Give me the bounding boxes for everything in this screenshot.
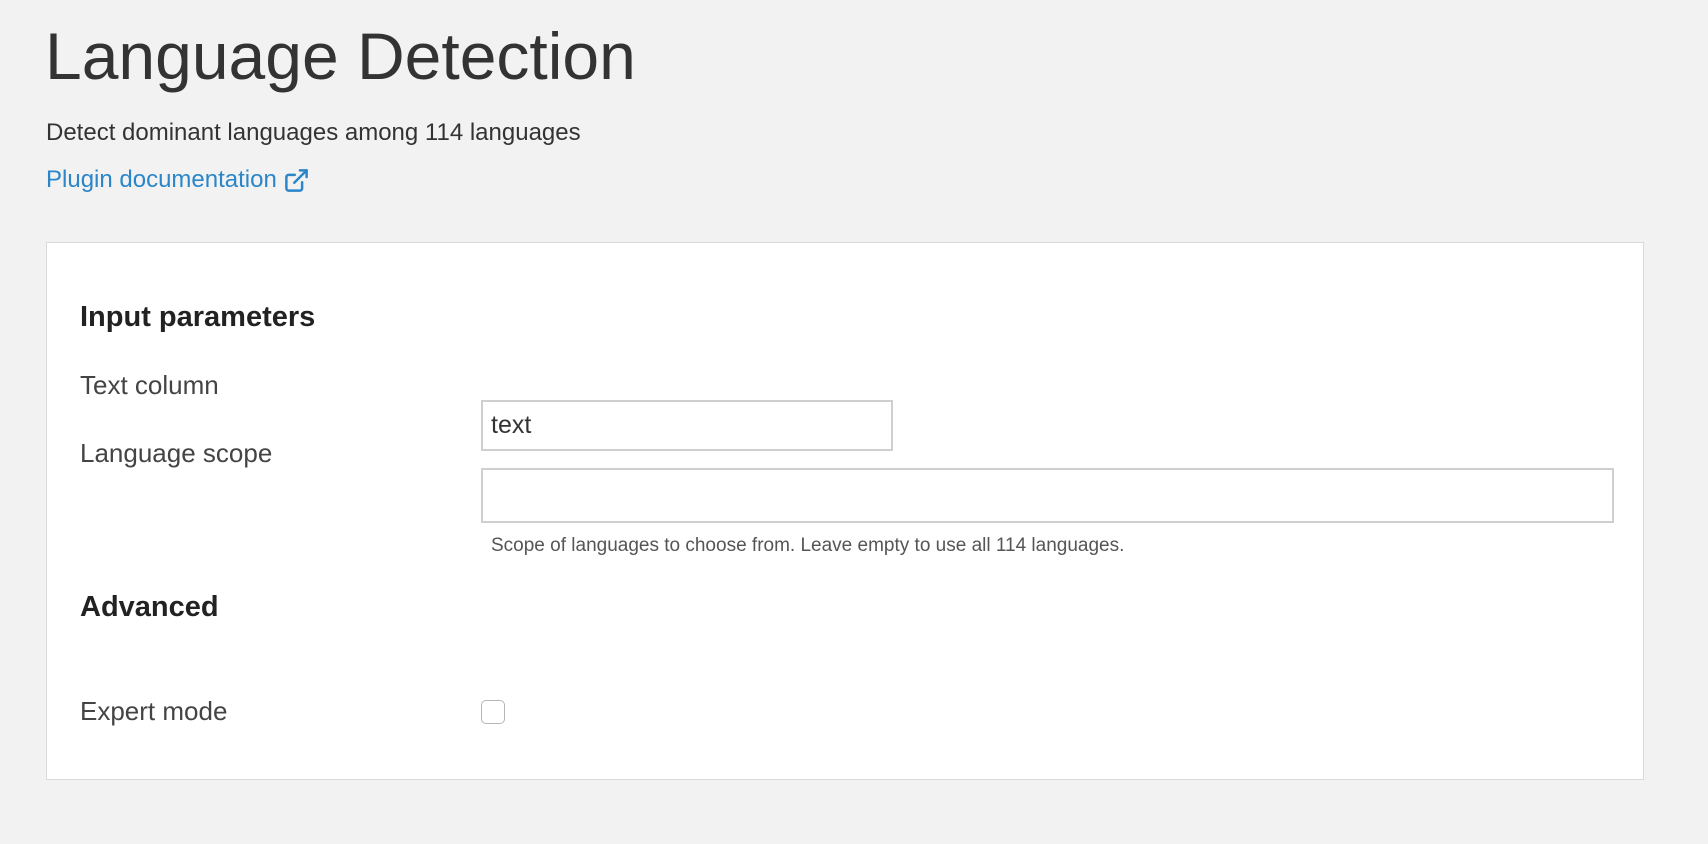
expert-mode-checkbox[interactable] bbox=[481, 700, 505, 724]
expert-mode-label: Expert mode bbox=[80, 696, 228, 726]
page-title: Language Detection bbox=[45, 19, 636, 93]
language-scope-input[interactable] bbox=[481, 468, 1614, 523]
external-link-icon bbox=[283, 167, 310, 194]
plugin-description: Detect dominant languages among 114 lang… bbox=[46, 119, 581, 146]
settings-panel: Input parameters Text column Language sc… bbox=[46, 242, 1644, 780]
plugin-documentation-label: Plugin documentation bbox=[46, 166, 277, 193]
text-column-input[interactable] bbox=[481, 400, 893, 451]
text-column-label: Text column bbox=[80, 370, 219, 400]
language-scope-label: Language scope bbox=[80, 438, 273, 468]
input-parameters-heading: Input parameters bbox=[80, 301, 316, 333]
language-scope-help: Scope of languages to choose from. Leave… bbox=[491, 535, 1125, 556]
plugin-documentation-link[interactable]: Plugin documentation bbox=[46, 164, 310, 196]
advanced-heading: Advanced bbox=[80, 591, 219, 623]
